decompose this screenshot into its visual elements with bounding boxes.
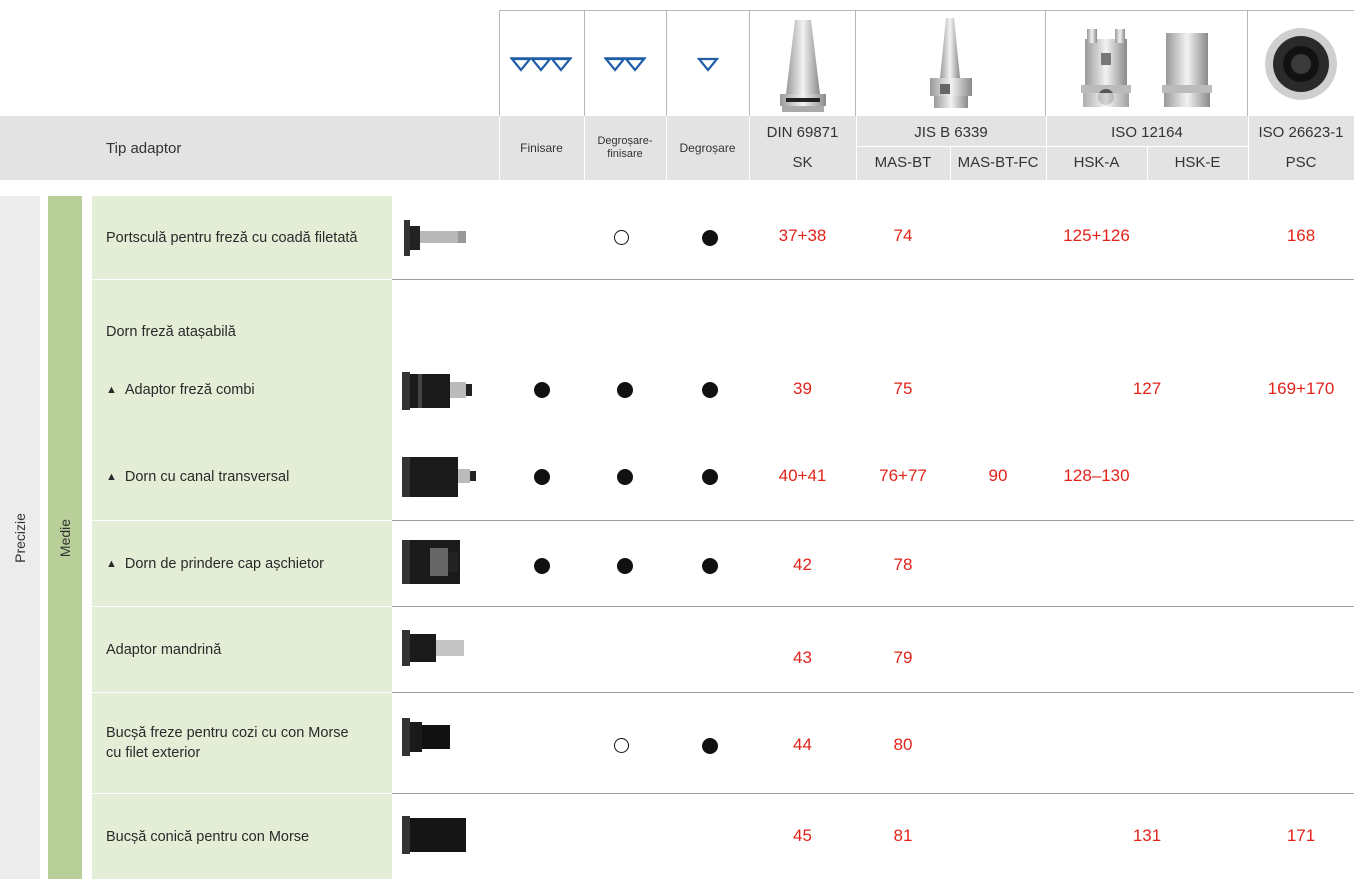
masbt-page-value[interactable]: 76+77: [856, 466, 950, 486]
triangle-marker-icon: ▲: [106, 384, 117, 396]
row-label: Adaptor freză combi: [124, 382, 255, 398]
bt-holder-icon: [929, 17, 972, 108]
psc-page-value[interactable]: 171: [1248, 826, 1354, 846]
precizie-label: Precizie: [12, 512, 29, 563]
row-divider: [392, 692, 1354, 693]
morse-taper-sleeve-icon: [400, 814, 470, 861]
row-group-title: Dorn freză atașabilă: [106, 324, 236, 340]
iso12164-header: ISO 12164: [1111, 123, 1183, 141]
sk-page-value[interactable]: 37+38: [749, 226, 856, 246]
masbt-page-value[interactable]: 80: [856, 735, 950, 755]
sk-page-value[interactable]: 43: [749, 648, 856, 668]
masbtfc-header: MAS-BT-FC: [957, 153, 1039, 171]
row-divider: [392, 279, 1354, 280]
psc-header: PSC: [1285, 153, 1317, 171]
sk-page-value[interactable]: 40+41: [749, 466, 856, 486]
degrosare-header: Degroșare: [679, 140, 736, 155]
iso26623-header: ISO 26623-1: [1258, 123, 1344, 141]
single-triangle-icon: [697, 57, 719, 72]
sk-page-value[interactable]: 42: [749, 555, 856, 575]
psc-image-cell: [1248, 10, 1354, 116]
row-label: Portsculă pentru freză cu coadă filetată: [92, 196, 392, 279]
masbt-page-value[interactable]: 74: [856, 226, 950, 246]
filled-circle-icon: [702, 230, 718, 246]
finisare-symbol-cell: [499, 10, 584, 116]
hollow-circle-icon: [614, 738, 629, 753]
row-label-cell: ▲ Dorn de prindere cap așchietor: [92, 521, 392, 606]
filled-circle-icon: [534, 382, 550, 398]
sk-page-value[interactable]: 45: [749, 826, 856, 846]
row-sublabel: ▲ Dorn cu canal transversal: [106, 465, 396, 489]
sk-page-value[interactable]: 44: [749, 735, 856, 755]
triple-triangle-icon: [510, 56, 573, 72]
sk-taper-holder-icon: [779, 19, 826, 112]
filled-circle-icon: [702, 469, 718, 485]
psc-page-value[interactable]: 169+170: [1248, 379, 1354, 399]
double-triangle-icon: [603, 56, 646, 72]
jis-header: JIS B 6339: [914, 123, 988, 141]
triangle-marker-icon: ▲: [106, 557, 117, 570]
hske-header: HSK-E: [1174, 153, 1221, 171]
hsk-e-holder-icon: [1161, 32, 1212, 107]
masbt-page-value[interactable]: 78: [856, 555, 950, 575]
row-divider: [392, 793, 1354, 794]
degrosare-finisare-line1: Degroșare-: [597, 135, 653, 147]
din-header: DIN 69871: [766, 123, 839, 141]
hska-header: HSK-A: [1073, 153, 1120, 171]
degrosare-finisare-header: Degroșare- finisare: [584, 116, 666, 180]
row-divider: [392, 520, 1354, 521]
degrosare-finisare-line2: finisare: [607, 148, 643, 160]
combi-mill-adaptor-icon: [400, 370, 476, 417]
hsk-a-holder-icon: [1081, 28, 1132, 107]
hsk-page-value[interactable]: 127: [1046, 379, 1248, 399]
degrosare-finisare-symbol-cell: [584, 10, 666, 116]
medie-label: Medie: [57, 518, 74, 557]
masbt-page-value[interactable]: 75: [856, 379, 950, 399]
cross-slot-arbor-icon: [400, 455, 480, 504]
medie-column: Medie: [48, 196, 82, 879]
row-divider: [392, 606, 1354, 607]
sk-image-cell: [749, 10, 856, 116]
masbt-page-value[interactable]: 81: [856, 826, 950, 846]
threaded-shank-holder-icon: [400, 218, 470, 263]
filled-circle-icon: [617, 558, 633, 574]
sk-page-value[interactable]: 39: [749, 379, 856, 399]
psc-page-value[interactable]: 168: [1248, 226, 1354, 246]
filled-circle-icon: [702, 558, 718, 574]
hsk-page-value[interactable]: 128–130: [1046, 466, 1147, 486]
hsk-image-cell: [1046, 10, 1248, 116]
hsk-page-value[interactable]: 131: [1046, 826, 1248, 846]
masbt-page-value[interactable]: 79: [856, 648, 950, 668]
morse-sleeve-external-thread-icon: [400, 716, 470, 763]
cutter-head-arbor-icon: [400, 538, 470, 591]
degrosare-symbol-cell: [666, 10, 749, 116]
psc-holder-icon: [1265, 27, 1337, 100]
filled-circle-icon: [617, 382, 633, 398]
precizie-column: Precizie: [0, 196, 40, 879]
tip-adaptor-header: Tip adaptor: [106, 139, 182, 157]
row-sublabel: ▲ Adaptor freză combi: [106, 378, 396, 402]
filled-circle-icon: [617, 469, 633, 485]
row-label: Dorn de prindere cap așchietor: [124, 555, 324, 572]
chuck-adaptor-icon: [400, 628, 470, 673]
masbtfc-page-value[interactable]: 90: [950, 466, 1046, 486]
finisare-header: Finisare: [520, 140, 563, 155]
row-label: Dorn cu canal transversal: [124, 469, 290, 485]
row-label: Adaptor mandrină: [92, 607, 392, 692]
masbt-header: MAS-BT: [874, 153, 932, 171]
triangle-marker-icon: ▲: [106, 471, 117, 483]
row-label: Bucșă freze pentru cozi cu con Morse cu …: [92, 693, 392, 793]
hollow-circle-icon: [614, 230, 629, 245]
hsk-page-value[interactable]: 125+126: [1046, 226, 1147, 246]
divider: [856, 146, 1046, 147]
filled-circle-icon: [534, 558, 550, 574]
filled-circle-icon: [534, 469, 550, 485]
row-label: Bucșă conică pentru con Morse: [92, 794, 392, 879]
sk-header: SK: [792, 153, 813, 171]
filled-circle-icon: [702, 738, 718, 754]
filled-circle-icon: [702, 382, 718, 398]
masbt-image-cell: [856, 10, 1046, 116]
